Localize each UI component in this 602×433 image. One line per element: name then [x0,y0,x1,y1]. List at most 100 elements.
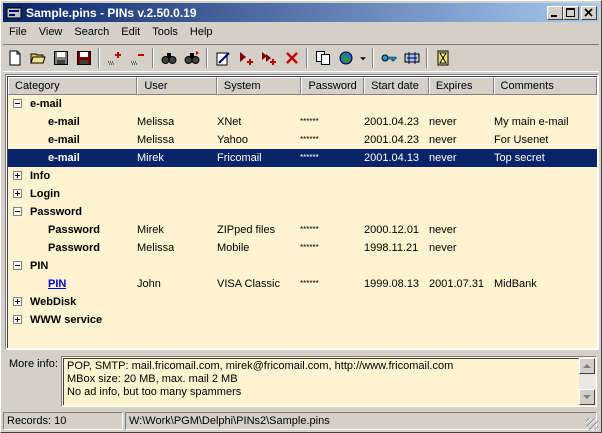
column-header-password[interactable]: Password [301,77,365,95]
toolbar-separator [426,48,428,68]
group-row-info[interactable]: Info [8,167,597,185]
group-row-pin[interactable]: PIN [8,257,597,275]
scroll-down-button[interactable] [579,389,595,405]
cell-password: ****** [300,135,319,144]
save-button[interactable] [49,47,72,69]
status-records: Records: 10 [3,412,123,430]
minimize-icon [551,14,557,17]
browse-dropdown-button[interactable] [357,47,369,69]
cell-category: e-mail [48,116,80,128]
resize-grip-icon[interactable] [586,418,598,430]
key-button[interactable] [377,47,400,69]
scroll-up-button[interactable] [579,358,595,374]
add-record-button[interactable] [234,47,257,69]
menu-tools[interactable]: Tools [146,23,184,42]
open-folder-button[interactable] [26,47,49,69]
cell-comments: Top secret [494,152,545,164]
record-row[interactable]: e-mail Melissa XNet ****** 2001.04.23 ne… [8,113,597,131]
cell-password: ****** [300,117,319,126]
app-window: Sample.pins - PINs v.2.50.0.19 File View… [0,0,602,433]
column-header-start-date[interactable]: Start date [364,77,429,95]
browse-web-icon [339,51,352,65]
cell-system: Mobile [217,242,250,254]
expand-icon[interactable] [13,315,22,324]
cell-start-date: 2001.04.23 [364,134,420,146]
title-bar[interactable]: Sample.pins - PINs v.2.50.0.19 [3,3,599,22]
cell-comments: My main e-mail [494,116,569,128]
cell-category: Password [48,224,100,236]
cell-user: Melissa [137,242,175,254]
edit-record-button[interactable] [211,47,234,69]
record-row[interactable]: e-mail Melissa Yahoo ****** 2001.04.23 n… [8,131,597,149]
record-row[interactable]: Password Melissa Mobile ****** 1998.11.2… [8,239,597,257]
delete-record-button[interactable] [280,47,303,69]
collapse-icon[interactable] [13,261,22,270]
expand-icon[interactable] [13,171,22,180]
delete-group-icon [130,54,144,65]
group-label: Login [30,188,60,200]
menu-bar: File View Search Edit Tools Help [3,23,599,42]
menu-help[interactable]: Help [184,23,219,42]
timer-button[interactable] [431,47,454,69]
collapse-icon[interactable] [13,207,22,216]
password-generator-button[interactable] [400,47,423,69]
save-as-button[interactable] [72,47,95,69]
delete-group-button[interactable] [126,47,149,69]
column-header-comments[interactable]: Comments [493,77,597,95]
column-header-category[interactable]: Category [8,77,138,95]
browse-web-button[interactable] [334,47,357,69]
expand-icon[interactable] [13,297,22,306]
column-header-system[interactable]: System [216,77,302,95]
record-row[interactable]: Password Mirek ZIPped files ****** 2000.… [8,221,597,239]
password-generator-icon [404,52,419,64]
add-child-button[interactable] [257,47,280,69]
new-file-button[interactable] [3,47,26,69]
group-row-password[interactable]: Password [8,203,597,221]
cell-system: Fricomail [217,152,262,164]
toolbar-separator [98,48,100,68]
new-file-icon [9,50,20,66]
cell-expires: never [429,224,457,236]
record-row-selected[interactable]: e-mail Mirek Fricomail ****** 2001.04.13… [8,149,597,167]
collapse-icon[interactable] [13,99,22,108]
open-folder-icon [29,53,46,64]
close-icon [584,7,593,17]
cell-category: e-mail [48,134,80,146]
menu-search[interactable]: Search [68,23,115,42]
add-child-icon [261,52,276,65]
cell-expires: never [429,152,457,164]
toolbar [3,44,599,72]
cell-system: Yahoo [217,134,248,146]
menu-edit[interactable]: Edit [115,23,146,42]
group-row-webdisk[interactable]: WebDisk [8,293,597,311]
find-button[interactable] [157,47,180,69]
expand-icon[interactable] [13,189,22,198]
group-row-e-mail[interactable]: e-mail [8,95,597,113]
toolbar-separator [152,48,154,68]
more-info-scrollbar[interactable] [579,358,595,405]
key-icon [381,54,396,62]
more-info-textarea[interactable]: POP, SMTP: mail.fricomail.com, mirek@fri… [61,356,597,407]
cell-category-link[interactable]: PIN [48,275,66,293]
find-next-button[interactable] [180,47,203,69]
records-list[interactable]: Category User System Password Start date… [5,74,599,350]
close-button[interactable] [581,5,597,20]
record-row[interactable]: PIN John VISA Classic ****** 1999.08.13 … [8,275,597,293]
copy-button[interactable] [311,47,334,69]
menu-file[interactable]: File [3,23,33,42]
column-header-expires[interactable]: Expires [428,77,494,95]
add-group-button[interactable] [103,47,126,69]
maximize-button[interactable] [563,5,579,20]
group-row-www-service[interactable]: WWW service [8,311,597,329]
group-label: WWW service [30,314,103,326]
group-row-login[interactable]: Login [8,185,597,203]
cell-user: Melissa [137,134,175,146]
group-label: PIN [30,260,49,272]
save-icon [53,51,68,65]
cell-user: John [137,278,161,290]
add-group-icon [107,52,121,65]
cell-comments: For Usenet [494,134,549,146]
minimize-button[interactable] [547,5,563,20]
menu-view[interactable]: View [33,23,69,42]
column-header-user[interactable]: User [137,77,217,95]
